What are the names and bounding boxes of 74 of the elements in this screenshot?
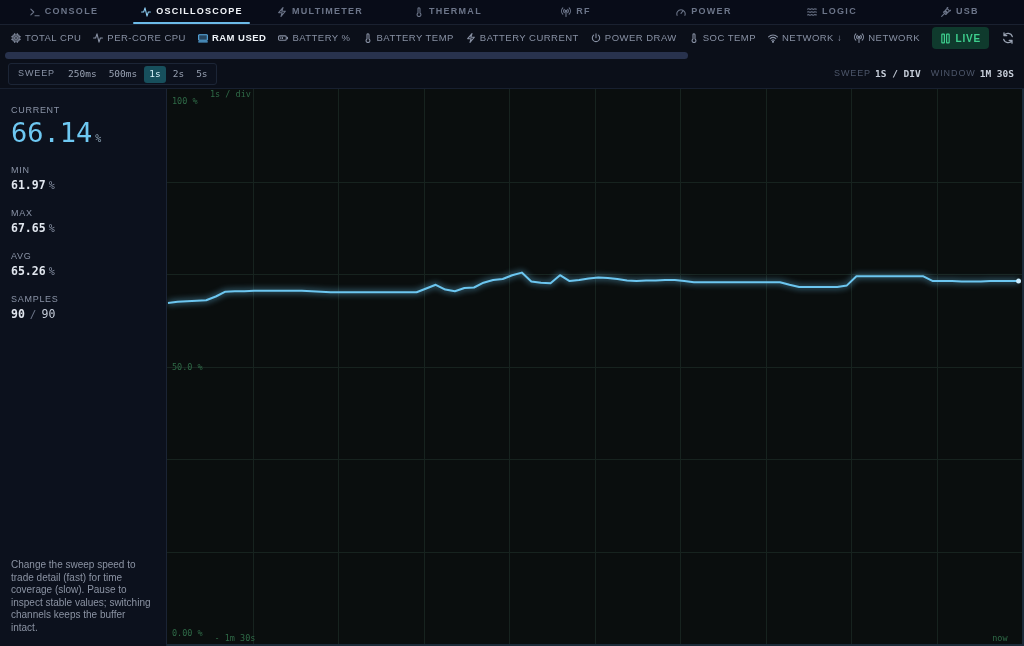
stat-label: AVG	[11, 250, 33, 262]
axis-label: 0.00 %	[172, 627, 203, 638]
sweep-option[interactable]: 5s	[191, 65, 213, 83]
channel-tab[interactable]: BATTERY TEMP	[362, 30, 454, 46]
live-button[interactable]: LIVE	[931, 27, 989, 49]
axis-label: now	[992, 633, 1008, 643]
endpoint-dot-icon	[1016, 278, 1021, 284]
stat-value: 65.26	[11, 263, 46, 279]
stat-value: 67.65	[11, 220, 46, 236]
tab[interactable]: CONSOLE	[0, 0, 128, 24]
refresh-icon[interactable]	[1002, 32, 1014, 44]
sweep-option[interactable]: 250ms	[63, 65, 102, 83]
channel-tab[interactable]: BATTERY %	[278, 30, 351, 46]
stat-value: 61.97	[11, 177, 46, 193]
help-text: Change the sweep speed to trade detail (fast) for time coverage (slow). Pause to inspect stable values; switching channels keeps the buffer intact.	[11, 559, 152, 634]
wifi-icon	[768, 33, 779, 43]
channel-tab[interactable]: RAM USED	[197, 30, 267, 46]
pulse-icon	[93, 33, 104, 43]
stat-label: MIN	[11, 164, 31, 176]
tab[interactable]: USB	[896, 0, 1024, 24]
lightning-icon	[277, 7, 288, 17]
lightning-icon	[465, 33, 476, 43]
tab[interactable]: OSCILLOSCOPE	[128, 0, 256, 24]
scrollbar-thumb[interactable]	[5, 52, 688, 59]
power-icon	[590, 33, 601, 43]
channel-tab[interactable]: NETWORK	[854, 30, 921, 46]
channel-tab[interactable]: NETWORK ↓	[768, 30, 843, 46]
sweep-option[interactable]: 1s	[144, 65, 166, 83]
pulse-icon	[141, 7, 152, 17]
plug-icon	[941, 7, 952, 17]
laptop-icon	[197, 33, 208, 43]
tab[interactable]: RF	[512, 0, 640, 24]
antenna-icon	[854, 33, 865, 43]
unit-label: %	[48, 265, 55, 279]
axis-label: - 1m 30s	[214, 633, 256, 643]
separator-text: /	[29, 307, 37, 323]
thermometer-icon	[414, 7, 425, 17]
terminal-icon	[29, 7, 40, 17]
current-value: 66.14	[11, 116, 93, 150]
channel-tab[interactable]: SOC TEMP	[688, 30, 757, 46]
thermometer-icon	[688, 33, 699, 43]
tab[interactable]: POWER	[640, 0, 768, 24]
stat-label: SAMPLES	[11, 293, 60, 305]
antenna-icon	[561, 7, 572, 17]
sweep-option[interactable]: 500ms	[103, 65, 143, 83]
thermometer-icon	[362, 33, 373, 43]
readout-value: 1M 30S	[979, 66, 1014, 81]
tab[interactable]: MULTIMETER	[256, 0, 384, 24]
tab[interactable]: LOGIC	[768, 0, 896, 24]
channel-tab[interactable]: BATTERY CURRENT	[465, 30, 579, 46]
chip-icon	[11, 33, 21, 43]
axis-label: 100 %	[172, 95, 198, 106]
stat-label: CURRENT	[11, 104, 62, 116]
sweep-option[interactable]: 2s	[167, 65, 190, 83]
stat-value: 90	[41, 306, 56, 322]
channel-tab[interactable]: TOTAL CPU	[11, 30, 82, 46]
tab[interactable]: THERMAL	[384, 0, 512, 24]
readout-label: SWEEP	[834, 67, 871, 81]
gauge-icon	[676, 7, 687, 17]
readout-label: WINDOW	[930, 67, 976, 81]
axis-label: 50.0 %	[172, 361, 203, 372]
unit-label: %	[95, 132, 102, 146]
channel-tab[interactable]: POWER DRAW	[590, 30, 677, 46]
channel-tab[interactable]: PER-CORE CPU	[93, 30, 186, 46]
sweep-label: SWEEP	[17, 67, 56, 81]
unit-label: %	[48, 179, 55, 193]
scale-annotation: 1s / div	[210, 89, 251, 99]
battery-icon	[278, 33, 289, 43]
waves-icon	[807, 7, 818, 17]
stat-value: 90	[11, 306, 25, 322]
readout-value: 1S / DIV	[875, 66, 921, 81]
stat-label: MAX	[11, 207, 34, 219]
unit-label: %	[48, 222, 55, 236]
pause-icon	[939, 32, 951, 44]
